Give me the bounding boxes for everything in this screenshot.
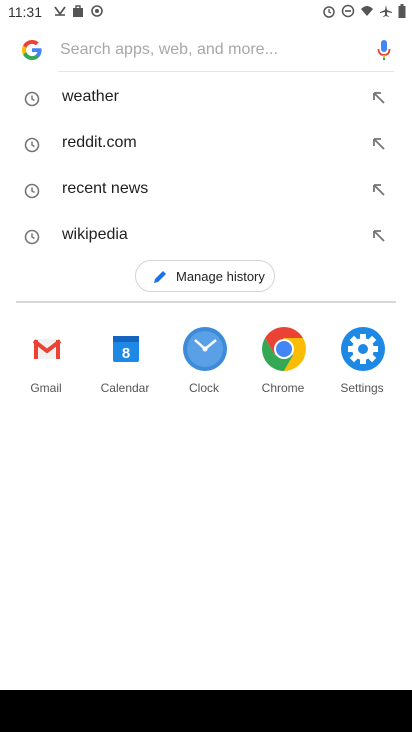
history-item-reddit[interactable]: reddit.com bbox=[0, 123, 412, 167]
sync-icon bbox=[90, 4, 104, 18]
clock-app-icon bbox=[182, 326, 228, 372]
app-settings[interactable]: Settings bbox=[322, 322, 402, 402]
history-clock-icon bbox=[24, 91, 40, 112]
google-logo-icon bbox=[20, 38, 44, 67]
divider bbox=[16, 301, 396, 303]
wifi-icon bbox=[360, 4, 374, 18]
search-underline bbox=[58, 71, 394, 72]
navigation-bar bbox=[0, 690, 412, 732]
history-clock-icon bbox=[24, 229, 40, 250]
airplane-icon bbox=[379, 4, 393, 18]
app-label: Calendar bbox=[100, 381, 150, 395]
app-label: Chrome bbox=[261, 381, 305, 395]
calendar-badge: 8 bbox=[122, 345, 130, 362]
app-gmail[interactable]: Gmail bbox=[6, 322, 86, 402]
pencil-icon bbox=[152, 269, 168, 290]
search-input[interactable] bbox=[60, 36, 360, 64]
fill-query-arrow-icon[interactable] bbox=[370, 181, 388, 204]
status-time: 11:31 bbox=[8, 4, 42, 20]
mic-icon[interactable] bbox=[376, 38, 392, 67]
history-label: recent news bbox=[62, 180, 149, 197]
history-item-recent-news[interactable]: recent news bbox=[0, 169, 412, 213]
missed-call-icon bbox=[54, 4, 66, 18]
history-clock-icon bbox=[24, 183, 40, 204]
app-clock[interactable]: Clock bbox=[164, 322, 244, 402]
app-calendar[interactable]: 8 Calendar bbox=[85, 322, 165, 402]
history-item-wikipedia[interactable]: wikipedia bbox=[0, 215, 412, 259]
history-clock-icon bbox=[24, 137, 40, 158]
app-label: Settings bbox=[340, 381, 384, 395]
app-label: Clock bbox=[188, 381, 219, 395]
dnd-icon bbox=[341, 4, 355, 18]
fill-query-arrow-icon[interactable] bbox=[370, 89, 388, 112]
chrome-icon bbox=[261, 326, 307, 372]
app-chrome[interactable]: Chrome bbox=[243, 322, 323, 402]
fill-query-arrow-icon[interactable] bbox=[370, 227, 388, 250]
history-label: wikipedia bbox=[62, 226, 128, 243]
status-bar: 11:31 bbox=[0, 0, 412, 24]
history-label: reddit.com bbox=[62, 134, 137, 151]
battery-icon bbox=[398, 4, 406, 18]
history-label: weather bbox=[62, 88, 119, 105]
app-label: Gmail bbox=[30, 381, 62, 395]
fill-query-arrow-icon[interactable] bbox=[370, 135, 388, 158]
search-bar bbox=[14, 28, 398, 72]
settings-icon bbox=[340, 326, 386, 372]
manage-history-label: Manage history bbox=[176, 269, 265, 284]
alarm-icon bbox=[322, 4, 336, 18]
bag-icon bbox=[72, 4, 84, 18]
gmail-icon bbox=[24, 326, 70, 372]
history-item-weather[interactable]: weather bbox=[0, 77, 412, 121]
manage-history-button[interactable]: Manage history bbox=[135, 260, 275, 292]
calendar-icon: 8 bbox=[103, 326, 149, 372]
